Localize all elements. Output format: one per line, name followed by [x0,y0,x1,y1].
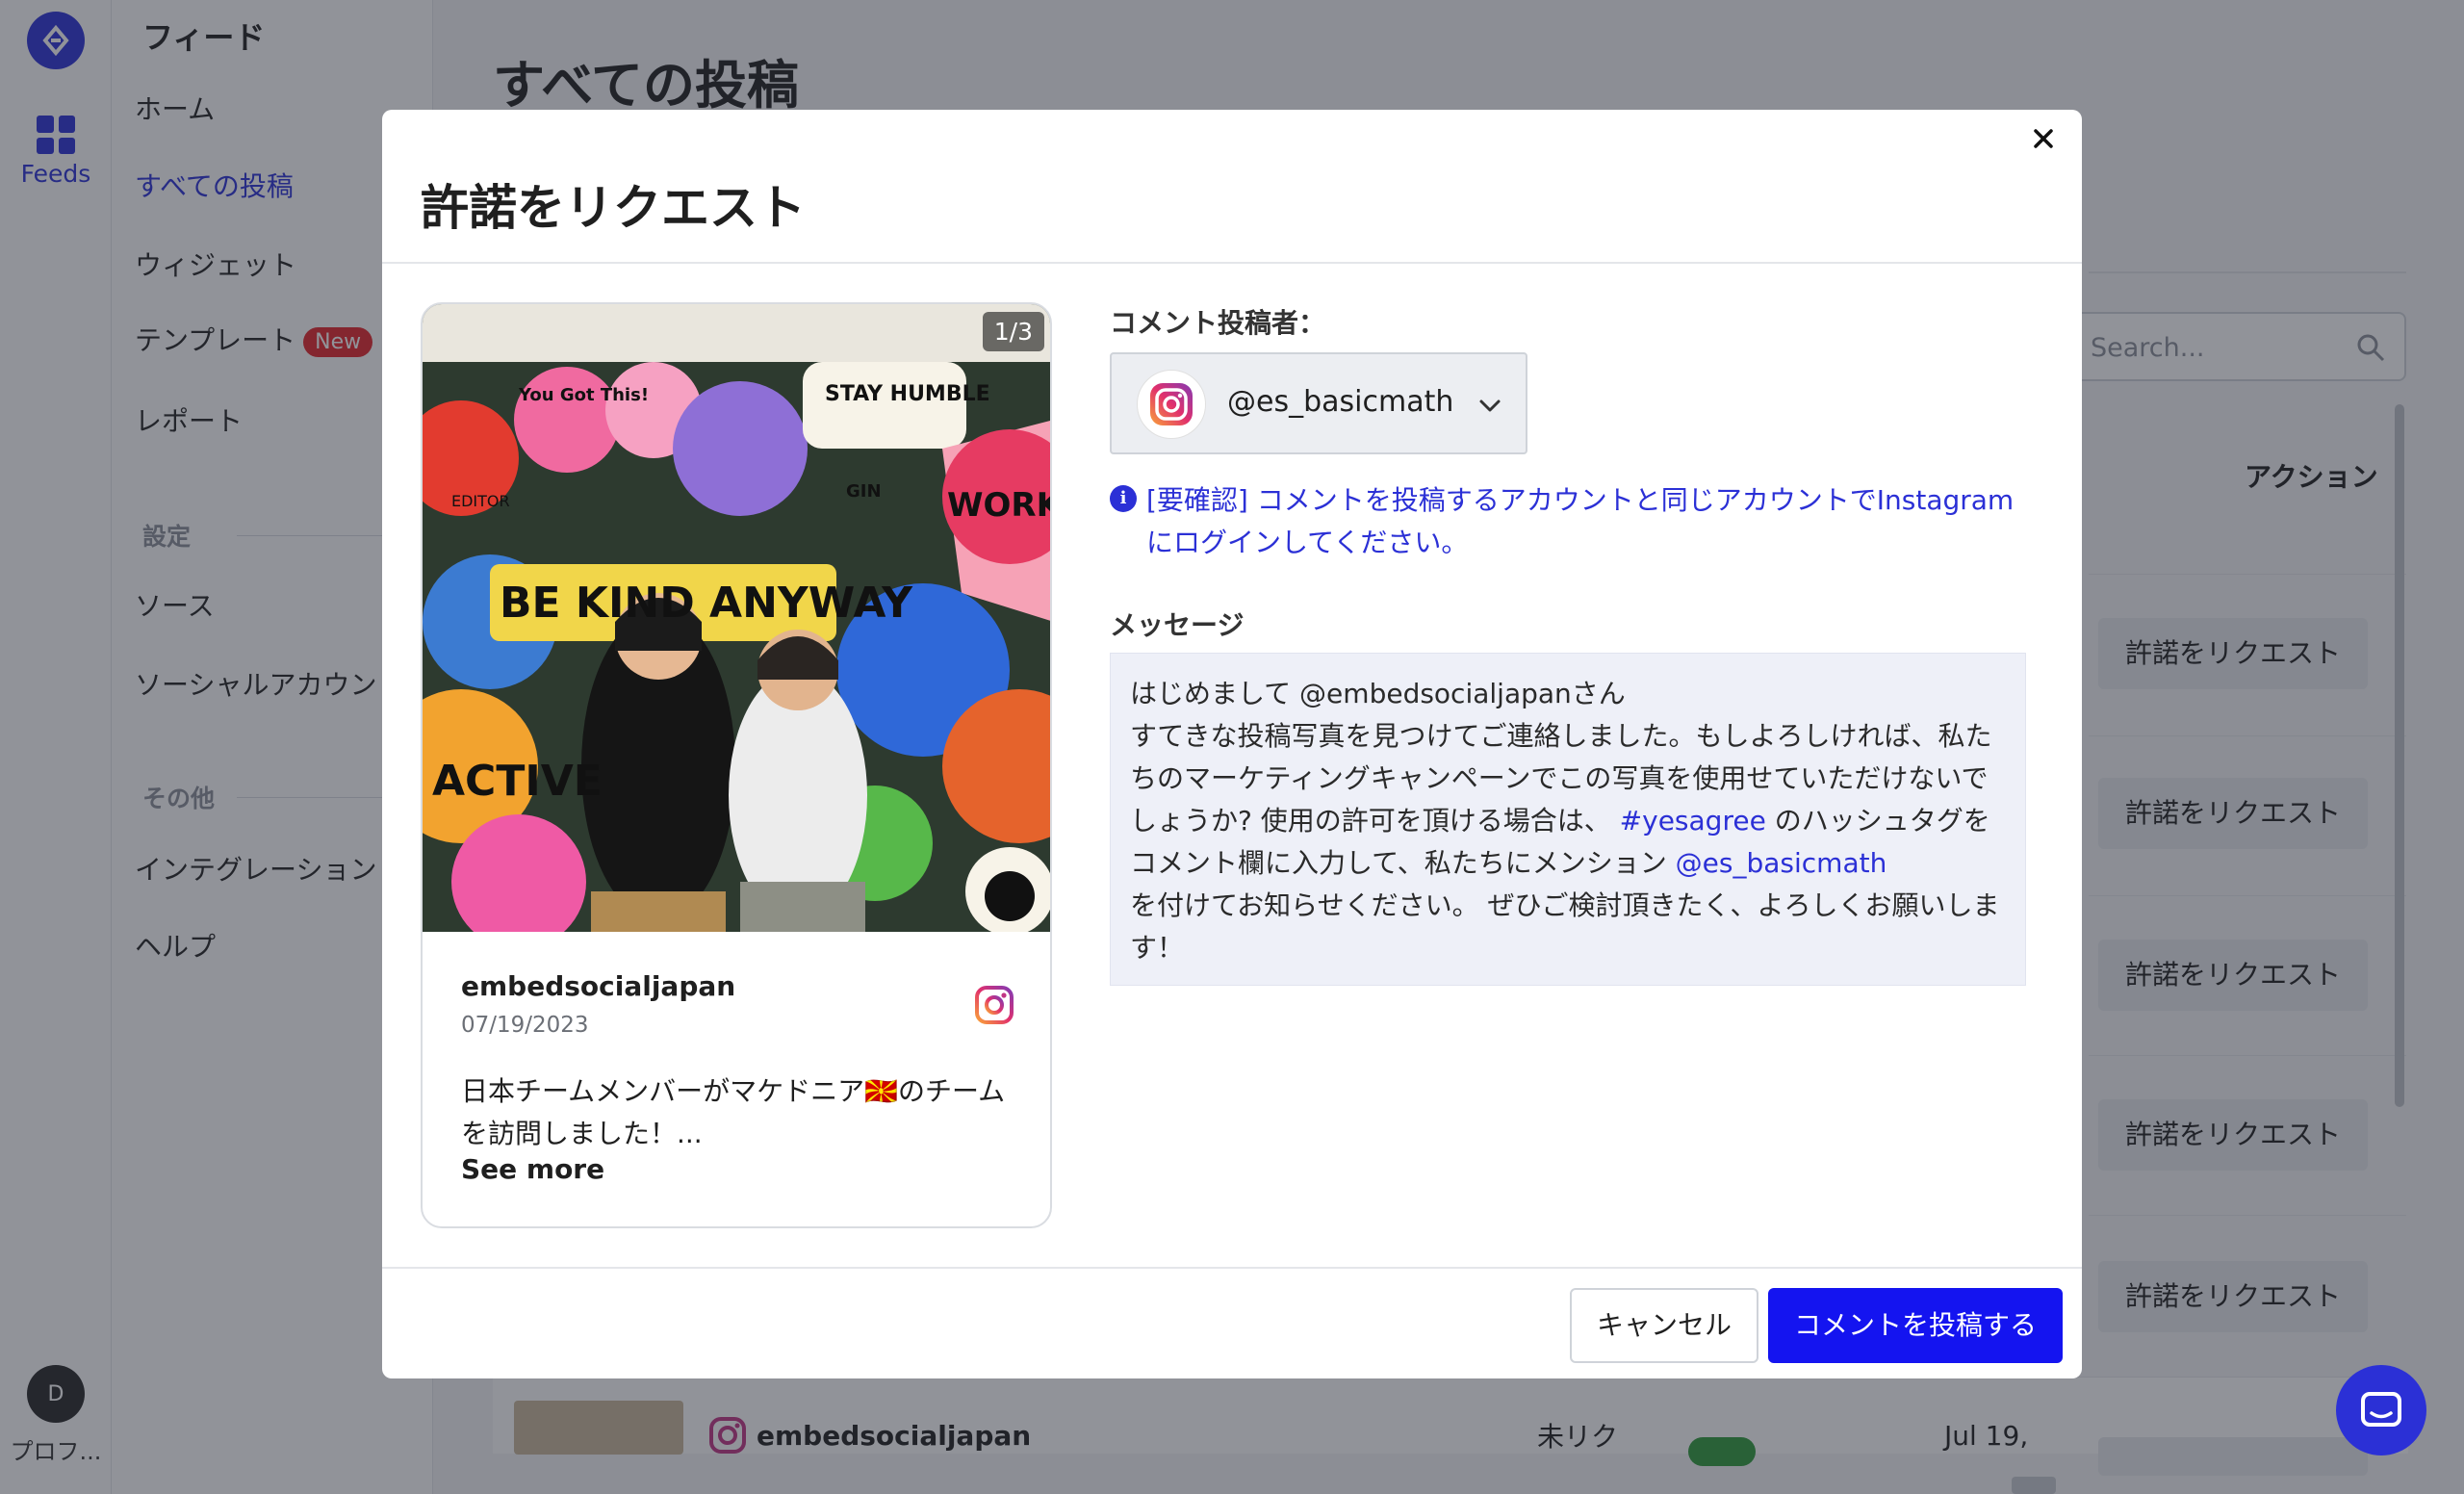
mural-text-work-hard: WORK HARD [947,486,1052,525]
mention-text: @es_basicmath [1675,847,1887,879]
mural-text-active: ACTIVE [432,757,603,806]
message-closing: を付けてお知らせください。 ぜひご検討頂きたく、よろしくお願いします！ [1130,889,2000,964]
post-preview-card: BE KIND ANYWAY You Got This! STAY HUMBLE… [421,302,1052,1228]
image-counter: 1/3 [982,312,1044,351]
post-comment-button[interactable]: コメントを投稿する [1768,1288,2063,1363]
login-notice-text: [要確認] コメントを投稿するアカウントと同じアカウントでInstagramにロ… [1146,484,2015,558]
account-select[interactable]: @es_basicmath [1110,352,1527,454]
mural-text-editor: EDITOR [451,492,510,510]
post-caption: 日本チームメンバーがマケドニア🇲🇰のチームを訪問しました！... [461,1075,1006,1149]
instagram-icon[interactable] [973,984,1015,1026]
close-button[interactable] [2022,117,2065,160]
request-permission-dialog: 許諾をリクエスト BE KIND ANYWAY You Got This! ST… [382,110,2082,1378]
mural-text-gin: GIN [846,481,882,502]
mural-text-you-got-this: You Got This! [518,385,649,405]
close-icon [2034,129,2053,148]
info-icon: i [1110,485,1137,512]
mural-photo: BE KIND ANYWAY You Got This! STAY HUMBLE… [423,304,1052,932]
selected-account-name: @es_basicmath [1227,385,1454,419]
post-username: embedsocialjapan [461,970,736,1002]
post-image[interactable]: BE KIND ANYWAY You Got This! STAY HUMBLE… [423,304,1052,932]
login-notice: i [要確認] コメントを投稿するアカウントと同じアカウントでInstagram… [1110,479,2024,564]
see-more-link[interactable]: See more [461,1153,604,1185]
divider [382,1267,2082,1269]
cancel-button[interactable]: キャンセル [1570,1288,1758,1363]
account-avatar [1137,370,1206,439]
chat-launcher-button[interactable] [2336,1365,2426,1455]
chevron-down-icon [1479,399,1501,412]
mural-text-stay-humble: STAY HUMBLE [825,382,990,406]
message-greeting: はじめまして @embedsocialjapanさん [1130,678,1626,709]
message-textarea[interactable]: はじめまして @embedsocialjapanさん すてきな投稿写真を見つけて… [1110,653,2026,986]
message-label: メッセージ [1110,609,1245,641]
post-date: 07/19/2023 [461,1013,589,1038]
dialog-title: 許諾をリクエスト [421,180,806,236]
message-body: すてきな投稿写真を見つけてご連絡しました。もしよろしければ、私たちのマーケティン… [1130,715,2006,885]
mural-text-be-kind: BE KIND ANYWAY [500,579,913,628]
comment-author-label: コメント投稿者： [1110,307,1326,339]
hashtag-text: #yesagree [1619,805,1766,837]
divider [382,262,2082,264]
instagram-icon [1150,383,1193,425]
chat-icon [2361,1392,2401,1427]
